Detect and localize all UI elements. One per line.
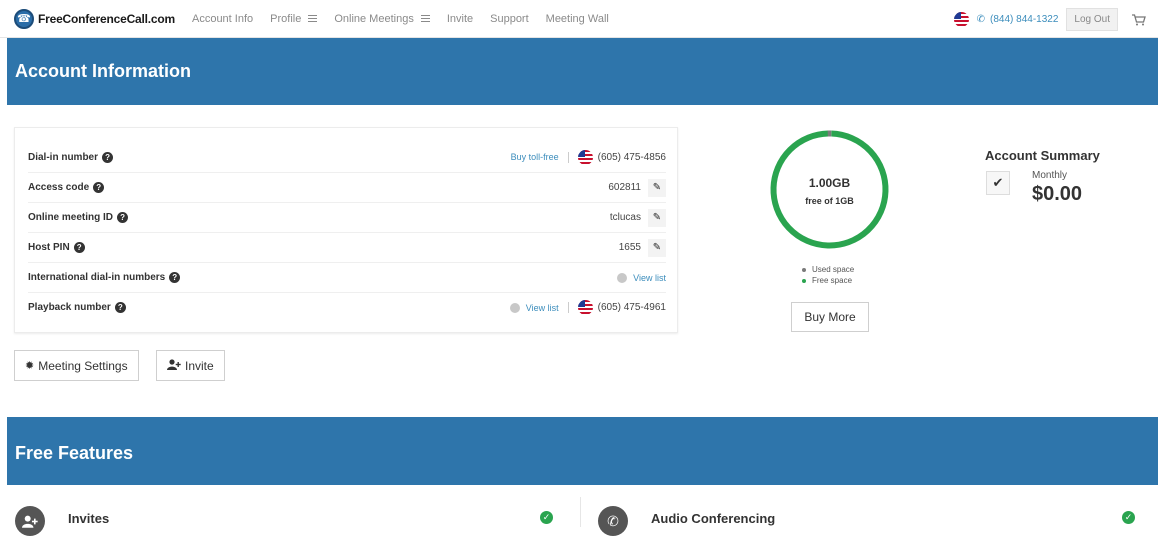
account-summary-title: Account Summary [985, 148, 1100, 163]
feature-divider [580, 497, 581, 527]
nav-profile-label: Profile [270, 12, 302, 25]
help-icon[interactable]: ? [117, 212, 129, 223]
calendar-check-icon: ✔ [986, 171, 1010, 195]
dial-in-label: Dial-in number? [28, 151, 114, 163]
storage-amount: 1.00GB [808, 176, 851, 190]
edit-pencil-icon[interactable]: ✎ [648, 238, 666, 257]
page-title: Account Information [15, 61, 191, 81]
check-icon: ✓ [540, 511, 553, 524]
account-details-card: Dial-in number? Buy toll-free (605) 475-… [14, 127, 678, 333]
us-flag-icon [577, 149, 593, 165]
help-icon[interactable]: ? [102, 151, 114, 163]
invite-button[interactable]: Invite [156, 350, 225, 381]
help-icon[interactable]: ? [169, 272, 181, 283]
legend-used-label: Used space [812, 265, 855, 274]
storage-caption: free of 1GB [805, 196, 854, 206]
dial-in-number-value: (605) 475-4856 [597, 151, 666, 163]
help-icon[interactable]: ? [73, 242, 85, 253]
nav-meeting-wall[interactable]: Meeting Wall [546, 13, 609, 25]
host-pin-label: Host PIN? [28, 242, 85, 253]
add-user-icon [15, 506, 45, 536]
us-flag-icon [577, 300, 593, 315]
playback-view-list-link[interactable]: View list [526, 303, 559, 313]
menu-icon [308, 13, 318, 24]
menu-icon [420, 13, 430, 24]
nav-online-meetings-label: Online Meetings [334, 12, 414, 25]
globe-icon [617, 272, 628, 283]
legend-free-label: Free space [812, 276, 853, 285]
edit-pencil-icon[interactable]: ✎ [648, 178, 666, 197]
help-icon[interactable]: ? [93, 182, 105, 193]
row-international-dial-in: International dial-in numbers? View list [28, 262, 666, 292]
top-navigation: ☎ FreeConferenceCall.com Account Info Pr… [0, 0, 1158, 38]
row-host-pin: Host PIN? 1655 ✎ [28, 232, 666, 262]
logo-text: FreeConferenceCall.com [38, 11, 175, 26]
international-label: International dial-in numbers? [28, 272, 181, 283]
legend-free-dot [802, 278, 806, 283]
invite-label: Invite [185, 358, 214, 373]
nav-support[interactable]: Support [490, 13, 529, 25]
nav-account-info[interactable]: Account Info [192, 13, 253, 25]
edit-pencil-icon[interactable]: ✎ [648, 208, 666, 227]
logout-button[interactable]: Log Out [1066, 7, 1118, 31]
buy-toll-free-link[interactable]: Buy toll-free [511, 152, 559, 162]
summary-amount: $0.00 [1032, 183, 1083, 205]
logo-phone-icon: ☎ [14, 8, 34, 29]
storage-legend: Used space Free space [802, 264, 854, 286]
separator [567, 302, 569, 313]
us-flag-icon[interactable] [953, 11, 969, 27]
support-phone[interactable]: ✆ (844) 844-1322 [977, 14, 1059, 25]
row-dial-in-number: Dial-in number? Buy toll-free (605) 475-… [28, 142, 666, 172]
feature-audio-conferencing-label: Audio Conferencing [651, 511, 776, 526]
help-icon[interactable]: ? [114, 302, 126, 313]
gear-icon: ✹ [25, 360, 35, 372]
international-view-list-link[interactable]: View list [633, 273, 666, 283]
support-phone-number: (844) 844-1322 [990, 13, 1059, 25]
account-information-banner: Account Information [7, 38, 1158, 105]
playback-label: Playback number? [28, 302, 126, 313]
host-pin-value: 1655 [618, 242, 641, 253]
legend-used: Used space [802, 264, 854, 275]
legend-used-dot [802, 267, 806, 272]
feature-invites-label: Invites [68, 511, 110, 526]
row-online-meeting-id: Online meeting ID? tclucas ✎ [28, 202, 666, 232]
meeting-settings-button[interactable]: ✹ Meeting Settings [14, 350, 139, 381]
access-code-value: 602811 [608, 182, 641, 193]
nav-profile[interactable]: Profile [270, 12, 318, 25]
access-code-label: Access code? [28, 182, 105, 193]
free-features-banner: Free Features [7, 417, 1158, 485]
summary-period: Monthly [1032, 170, 1068, 181]
globe-icon [509, 302, 520, 313]
logo[interactable]: ☎ FreeConferenceCall.com [14, 8, 175, 29]
add-user-icon [167, 358, 181, 373]
legend-free: Free space [802, 275, 854, 286]
phone-icon: ✆ [976, 13, 986, 25]
meeting-settings-label: Meeting Settings [38, 358, 128, 373]
online-meeting-id-value: tclucas [609, 212, 641, 223]
row-playback-number: Playback number? View list (605) 475-496… [28, 292, 666, 322]
nav-online-meetings[interactable]: Online Meetings [334, 13, 430, 25]
check-icon: ✓ [1122, 511, 1135, 524]
buy-more-button[interactable]: Buy More [791, 302, 869, 332]
separator [567, 151, 569, 163]
phone-icon: ✆ [598, 506, 628, 536]
nav-invite[interactable]: Invite [447, 13, 473, 25]
free-features-title: Free Features [15, 443, 134, 463]
cart-icon[interactable] [1132, 13, 1146, 26]
row-access-code: Access code? 602811 ✎ [28, 172, 666, 202]
online-meeting-id-label: Online meeting ID? [28, 212, 129, 223]
playback-number-value: (605) 475-4961 [597, 302, 666, 313]
